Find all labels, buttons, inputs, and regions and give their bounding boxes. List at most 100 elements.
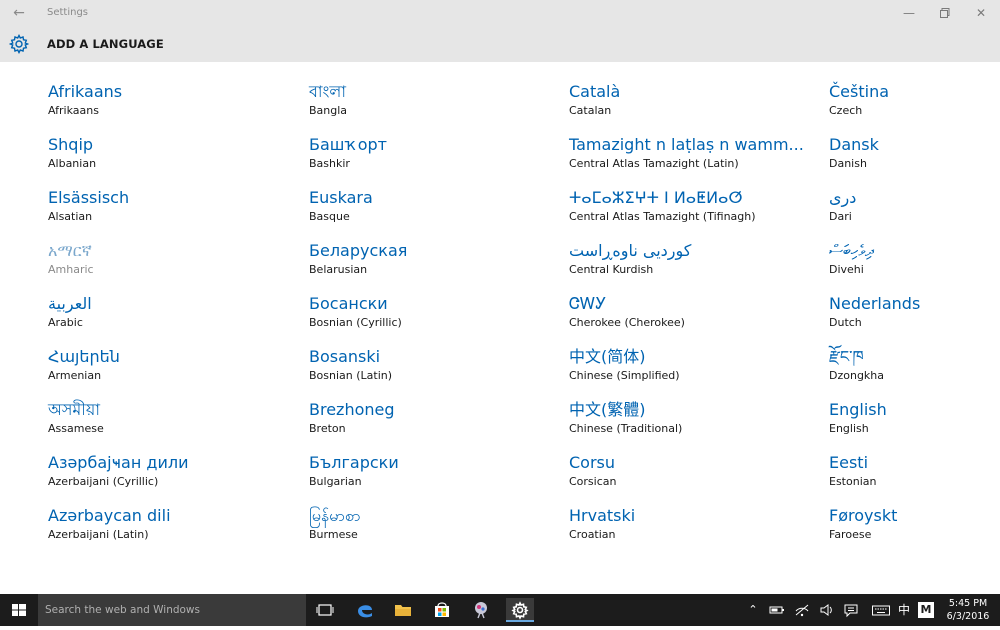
- language-item[interactable]: English English: [829, 400, 994, 444]
- language-native-name: অসমীয়া: [48, 400, 100, 419]
- settings-app-icon[interactable]: [506, 598, 534, 622]
- language-item[interactable]: বাংলা Bangla: [309, 82, 559, 126]
- language-native-name: Nederlands: [829, 294, 921, 313]
- action-center-icon[interactable]: [843, 602, 859, 618]
- chevron-up-icon[interactable]: ⌃: [745, 602, 761, 618]
- taskbar-clock[interactable]: 5:45 PM 6/3/2016: [940, 597, 996, 623]
- language-item[interactable]: Afrikaans Afrikaans: [48, 82, 298, 126]
- wifi-icon[interactable]: [794, 602, 810, 618]
- language-english-name: Bosnian (Latin): [309, 369, 393, 382]
- volume-icon[interactable]: [819, 602, 835, 618]
- language-native-name: Босански: [309, 294, 388, 313]
- language-english-name: Dari: [829, 210, 852, 223]
- language-native-name: Eesti: [829, 453, 869, 472]
- taskbar-search[interactable]: [38, 594, 306, 626]
- language-english-name: Danish: [829, 157, 867, 170]
- language-item[interactable]: አማርኛ Amharic: [48, 241, 298, 285]
- language-item[interactable]: Беларуская Belarusian: [309, 241, 559, 285]
- language-item[interactable]: Босански Bosnian (Cyrillic): [309, 294, 559, 338]
- language-item[interactable]: Dansk Danish: [829, 135, 994, 179]
- language-native-name: 中文(繁體): [569, 400, 646, 419]
- language-item[interactable]: العربية Arabic: [48, 294, 298, 338]
- language-item[interactable]: অসমীয়া Assamese: [48, 400, 298, 444]
- gear-icon: [8, 33, 30, 55]
- language-native-name: አማርኛ: [48, 241, 92, 260]
- language-english-name: Burmese: [309, 528, 358, 541]
- language-english-name: Divehi: [829, 263, 864, 276]
- edge-browser-icon[interactable]: [351, 598, 379, 622]
- language-item[interactable]: རྫོང་ཁ Dzongkha: [829, 347, 994, 391]
- language-english-name: Chinese (Simplified): [569, 369, 680, 382]
- language-item[interactable]: Euskara Basque: [309, 188, 559, 232]
- language-native-name: Bosanski: [309, 347, 381, 366]
- language-item[interactable]: Føroyskt Faroese: [829, 506, 994, 550]
- language-native-name: Հայերեն: [48, 347, 120, 366]
- language-item[interactable]: Català Catalan: [569, 82, 819, 126]
- language-english-name: Dzongkha: [829, 369, 885, 382]
- language-native-name: Corsu: [569, 453, 616, 472]
- language-native-name: ދިވެހިބަސް: [829, 241, 874, 260]
- language-item[interactable]: Bosanski Bosnian (Latin): [309, 347, 559, 391]
- language-english-name: Bangla: [309, 104, 348, 117]
- language-native-name: العربية: [48, 294, 92, 313]
- language-native-name: Азәрбајҹан дили: [48, 453, 189, 472]
- language-english-name: Basque: [309, 210, 350, 223]
- language-native-name: မြန်မာစာ: [309, 506, 361, 525]
- language-item[interactable]: ދިވެހިބަސް Divehi: [829, 241, 994, 285]
- language-item[interactable]: 中文(简体) Chinese (Simplified): [569, 347, 819, 391]
- language-item[interactable]: Азәрбајҹан дили Azerbaijani (Cyrillic): [48, 453, 298, 497]
- minimize-icon[interactable]: —: [898, 3, 920, 23]
- language-item[interactable]: Tamazight n laṭlaṣ n wamm... Central Atla…: [569, 135, 819, 179]
- language-item[interactable]: Čeština Czech: [829, 82, 994, 126]
- start-button[interactable]: [0, 594, 38, 626]
- ime-mode-indicator[interactable]: M: [918, 602, 934, 618]
- language-item[interactable]: Български Bulgarian: [309, 453, 559, 497]
- language-item[interactable]: Башҡорт Bashkir: [309, 135, 559, 179]
- language-item[interactable]: Հայերեն Armenian: [48, 347, 298, 391]
- file-explorer-icon[interactable]: [389, 598, 417, 622]
- store-icon[interactable]: [428, 598, 456, 622]
- language-item[interactable]: دری Dari: [829, 188, 994, 232]
- language-item[interactable]: Brezhoneg Breton: [309, 400, 559, 444]
- language-english-name: Central Atlas Tamazight (Latin): [569, 157, 739, 170]
- battery-icon[interactable]: [769, 602, 785, 618]
- task-view-icon[interactable]: [311, 598, 339, 622]
- language-native-name: Føroyskt: [829, 506, 898, 525]
- language-item[interactable]: Shqip Albanian: [48, 135, 298, 179]
- language-native-name: Afrikaans: [48, 82, 123, 101]
- search-input[interactable]: [38, 594, 306, 626]
- language-english-name: Armenian: [48, 369, 102, 382]
- window-title: Settings: [47, 7, 89, 18]
- app-icon[interactable]: [467, 598, 495, 622]
- language-english-name: Croatian: [569, 528, 616, 541]
- language-item[interactable]: မြန်မာစာ Burmese: [309, 506, 559, 550]
- language-item[interactable]: Hrvatski Croatian: [569, 506, 819, 550]
- input-language-indicator[interactable]: 中: [896, 602, 912, 618]
- language-native-name: Български: [309, 453, 399, 472]
- language-item[interactable]: 中文(繁體) Chinese (Traditional): [569, 400, 819, 444]
- language-item[interactable]: Nederlands Dutch: [829, 294, 994, 338]
- language-native-name: Dansk: [829, 135, 879, 154]
- language-native-name: Elsässisch: [48, 188, 130, 207]
- language-native-name: Euskara: [309, 188, 373, 207]
- close-icon[interactable]: ✕: [970, 3, 992, 23]
- back-arrow-icon[interactable]: ←: [10, 4, 28, 22]
- language-item[interactable]: ᏣᎳᎩ Cherokee (Cherokee): [569, 294, 819, 338]
- taskbar: ⌃ 中 M 5:45 PM 6/3/2016: [0, 594, 1000, 626]
- language-english-name: Bulgarian: [309, 475, 362, 488]
- language-item[interactable]: Eesti Estonian: [829, 453, 994, 497]
- language-native-name: Čeština: [829, 82, 890, 101]
- language-english-name: Alsatian: [48, 210, 93, 223]
- language-item[interactable]: کوردیی ناوەڕاست Central Kurdish: [569, 241, 819, 285]
- clock-time: 5:45 PM: [948, 598, 988, 609]
- language-item[interactable]: ⵜⴰⵎⴰⵣⵉⵖⵜ ⵏ ⵍⴰⵟⵍⴰⵚ Central Atlas Tamazight…: [569, 188, 819, 232]
- language-item[interactable]: Elsässisch Alsatian: [48, 188, 298, 232]
- keyboard-icon[interactable]: [871, 602, 891, 618]
- language-native-name: Brezhoneg: [309, 400, 395, 419]
- language-item[interactable]: Azərbaycan dili Azerbaijani (Latin): [48, 506, 298, 550]
- language-english-name: Belarusian: [309, 263, 368, 276]
- language-native-name: Shqip: [48, 135, 94, 154]
- language-native-name: Беларуская: [309, 241, 408, 260]
- restore-icon[interactable]: [934, 3, 956, 23]
- language-item[interactable]: Corsu Corsican: [569, 453, 819, 497]
